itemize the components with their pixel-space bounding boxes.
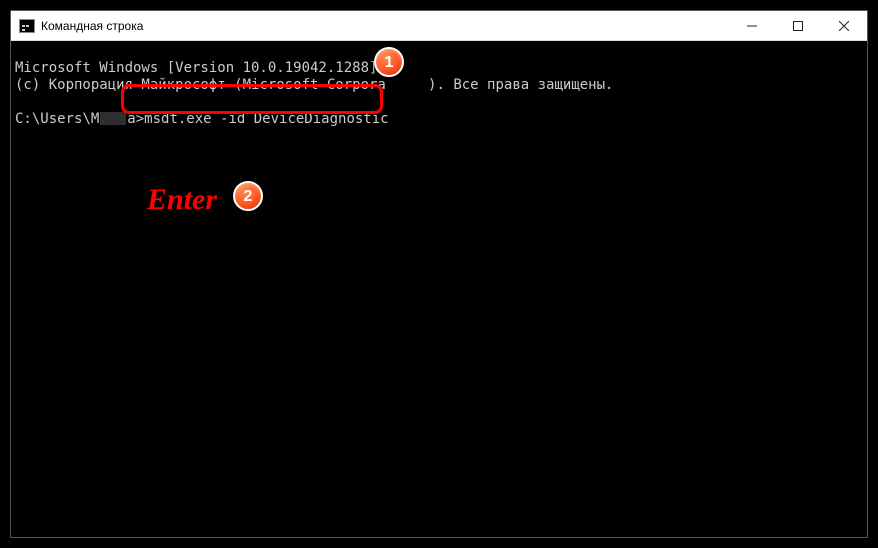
callout-badge-2: 2 [233, 181, 263, 211]
titlebar[interactable]: Командная строка [11, 11, 867, 41]
console-line: Microsoft Windows [Version 10.0.19042.12… [15, 60, 863, 77]
minimize-button[interactable] [729, 11, 775, 40]
cmd-window: Командная строка Microsoft Windows [Vers… [10, 10, 868, 538]
close-button[interactable] [821, 11, 867, 40]
minimize-icon [747, 21, 757, 31]
screenshot-frame: Командная строка Microsoft Windows [Vers… [0, 0, 878, 548]
close-icon [839, 21, 849, 31]
window-controls [729, 11, 867, 40]
maximize-icon [793, 21, 803, 31]
console-output[interactable]: Microsoft Windows [Version 10.0.19042.12… [11, 41, 867, 537]
censored-username [100, 112, 126, 125]
cmd-icon [19, 19, 35, 33]
console-prompt-line: C:\Users\Ма>msdt.exe -id DeviceDiagnosti… [15, 111, 863, 128]
maximize-button[interactable] [775, 11, 821, 40]
enter-annotation-label: Enter [147, 191, 217, 208]
typed-command: msdt.exe -id DeviceDiagnostic [144, 111, 388, 127]
window-title: Командная строка [41, 19, 729, 33]
console-line: (c) Корпорация Майкрософт (Microsoft Cor… [15, 77, 863, 94]
